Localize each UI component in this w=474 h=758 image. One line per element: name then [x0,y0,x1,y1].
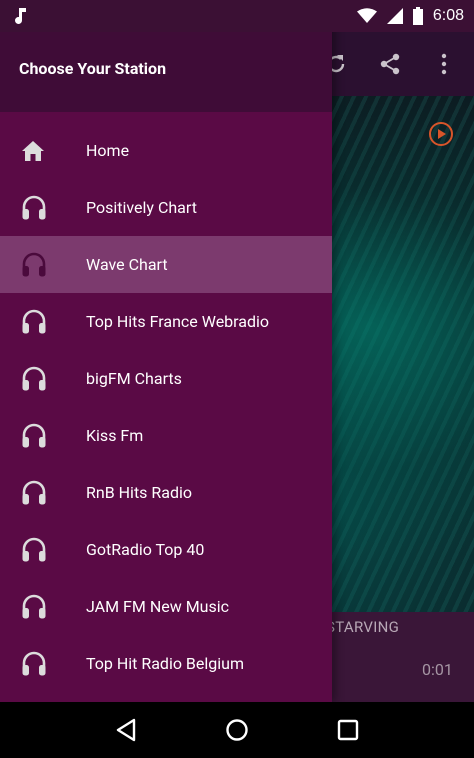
home-circle-icon[interactable] [213,706,261,754]
clock: 6:08 [432,7,464,24]
system-nav-bar [0,702,474,758]
more-vert-icon[interactable] [428,48,460,80]
drawer-item-station[interactable]: Top Hit Radio Belgium [0,635,332,692]
headphones-icon [0,252,86,278]
now-playing-title: STARVING [326,618,400,636]
screen: 6:08 STARVING 0:01 Choose Your Station H… [0,0,474,758]
drawer-item-station[interactable]: RnB Hits Radio [0,464,332,521]
headphones-icon [0,537,86,563]
drawer-item-station[interactable]: JAM FM New Music [0,578,332,635]
drawer-item-label: JAM FM New Music [86,597,230,616]
navigation-drawer: Choose Your Station Home Positively Char… [0,0,332,702]
drawer-item-station-selected[interactable]: Wave Chart [0,236,332,293]
drawer-header: Choose Your Station [0,32,332,112]
drawer-item-label: Home [86,141,130,160]
drawer-item-label: Top Hits France Webradio [86,312,270,331]
drawer-item-label: bigFM Charts [86,369,182,388]
drawer-item-station[interactable]: bigFM Charts [0,350,332,407]
drawer-item-label: GotRadio Top 40 [86,540,205,559]
drawer-item-station[interactable]: Positively Chart [0,179,332,236]
headphones-icon [0,594,86,620]
headphones-icon [0,480,86,506]
recents-icon[interactable] [324,706,372,754]
music-note-icon [14,7,28,25]
signal-icon [386,8,403,24]
drawer-item-label: Top Hit Radio Belgium [86,654,244,673]
drawer-item-label: Wave Chart [86,255,168,274]
headphones-icon [0,195,86,221]
status-bar: 6:08 [0,0,474,32]
battery-icon [412,7,423,25]
share-icon[interactable] [374,48,406,80]
drawer-item-home[interactable]: Home [0,122,332,179]
drawer-item-label: RnB Hits Radio [86,483,192,502]
elapsed-time: 0:01 [422,660,453,679]
drawer-item-label: Kiss Fm [86,426,144,445]
headphones-icon [0,366,86,392]
play-circle-icon[interactable] [428,121,454,151]
wifi-icon [356,8,377,24]
drawer-item-label: Positively Chart [86,198,197,217]
headphones-icon [0,423,86,449]
drawer-title: Choose Your Station [19,59,167,78]
drawer-item-station[interactable]: GotRadio Top 40 [0,521,332,578]
drawer-item-station[interactable]: Kiss Fm [0,407,332,464]
back-icon[interactable] [102,706,150,754]
station-list: Home Positively Chart Wave Chart Top Hit… [0,122,332,692]
home-icon [0,140,86,162]
headphones-icon [0,651,86,677]
headphones-icon [0,309,86,335]
drawer-item-station[interactable]: Top Hits France Webradio [0,293,332,350]
